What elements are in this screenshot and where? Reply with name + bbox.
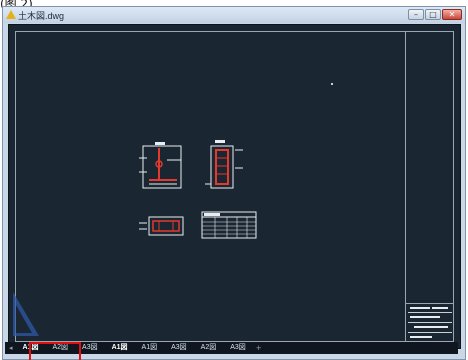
title-block-rule	[408, 332, 452, 333]
tab-layout-4[interactable]: A1図	[108, 343, 132, 353]
tab-highlight-annotation	[29, 342, 81, 360]
tab-scroll-left-icon[interactable]: ◂	[9, 344, 13, 352]
section-drawing	[205, 140, 243, 189]
minimize-button[interactable]: –	[408, 9, 424, 20]
stray-point	[331, 83, 333, 85]
title-block-text	[410, 307, 430, 309]
ucs-icon-cutout	[16, 305, 32, 333]
title-block	[406, 303, 454, 342]
tab-layout-7[interactable]: A2図	[197, 343, 221, 353]
drawing-canvas[interactable]	[8, 24, 461, 349]
tab-layout-6[interactable]: A3図	[167, 343, 191, 353]
tab-layout-5[interactable]: A1図	[138, 343, 162, 353]
schedule-table	[201, 211, 257, 239]
tab-layout-3[interactable]: A3図	[78, 343, 102, 353]
title-block-text	[432, 307, 448, 309]
title-block-strip	[405, 31, 454, 342]
close-button[interactable]: ✕	[442, 9, 462, 20]
elevation-drawing	[139, 142, 182, 189]
maximize-button[interactable]: □	[425, 9, 441, 20]
app-icon	[6, 10, 16, 19]
cad-viewer-window: 土木図.dwg – □ ✕	[2, 6, 466, 360]
title-block-text	[410, 336, 432, 338]
add-layout-button[interactable]: +	[256, 344, 262, 352]
title-bar[interactable]: 土木図.dwg – □ ✕	[3, 7, 465, 23]
tab-layout-8[interactable]: A3図	[226, 343, 250, 353]
title-block-rule	[408, 312, 452, 313]
plan-drawing	[139, 216, 184, 236]
title-block-text	[410, 316, 440, 318]
window-controls: – □ ✕	[408, 9, 462, 20]
title-block-rule	[408, 322, 452, 323]
window-title: 土木図.dwg	[18, 11, 65, 21]
title-block-text	[414, 326, 448, 328]
